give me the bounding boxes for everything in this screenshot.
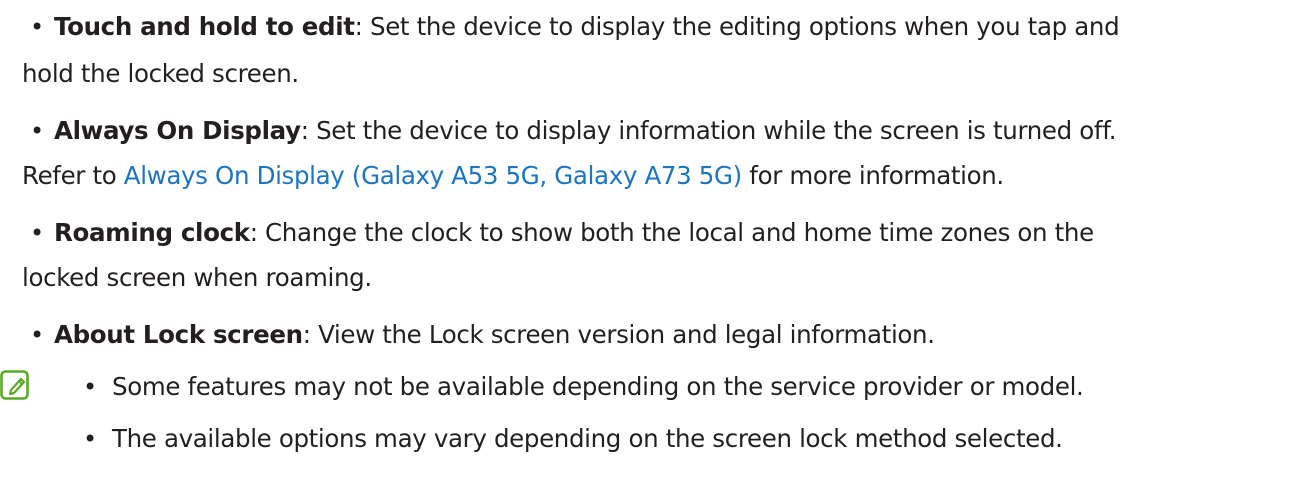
note-bullet: • bbox=[83, 373, 98, 401]
item-text-line1: Set the device to display information wh… bbox=[308, 116, 1117, 145]
item-separator: : bbox=[249, 218, 258, 247]
list-item-touch-and-hold: Touch and hold to edit: Set the device t… bbox=[54, 6, 1304, 48]
item-term: Roaming clock bbox=[54, 218, 250, 247]
item-text-line2: locked screen when roaming. bbox=[22, 263, 372, 292]
bullet: • bbox=[30, 321, 45, 349]
item-text-line2: Refer to Always On Display (Galaxy A53 5… bbox=[22, 155, 1272, 197]
list-item-about-lock-screen: About Lock screen: View the Lock screen … bbox=[54, 314, 1304, 356]
note-bullet: • bbox=[83, 425, 98, 453]
item-text-suffix: for more information. bbox=[741, 161, 1004, 190]
note-item: Some features may not be available depen… bbox=[112, 372, 1084, 401]
list-item-roaming-clock: Roaming clock: Change the clock to show … bbox=[54, 212, 1304, 254]
bullet: • bbox=[30, 13, 45, 41]
item-text-line1: Set the device to display the editing op… bbox=[362, 12, 1120, 41]
bullet: • bbox=[30, 219, 45, 247]
item-separator: : bbox=[302, 320, 311, 349]
bullet: • bbox=[30, 117, 45, 145]
item-text-line1: Change the clock to show both the local … bbox=[257, 218, 1094, 247]
note-pencil-icon bbox=[0, 370, 29, 400]
item-term: Always On Display bbox=[54, 116, 301, 145]
item-term: Touch and hold to edit bbox=[54, 12, 355, 41]
item-text-prefix: Refer to bbox=[22, 161, 124, 190]
item-separator: : bbox=[300, 116, 309, 145]
item-text-line2: hold the locked screen. bbox=[22, 59, 299, 88]
note-item: The available options may vary depending… bbox=[112, 424, 1063, 453]
list-item-always-on-display: Always On Display: Set the device to dis… bbox=[54, 110, 1304, 152]
document-page: • Touch and hold to edit: Set the device… bbox=[0, 0, 1314, 479]
item-text-line1: View the Lock screen version and legal i… bbox=[310, 320, 935, 349]
always-on-display-link[interactable]: Always On Display (Galaxy A53 5G, Galaxy… bbox=[124, 161, 742, 190]
item-term: About Lock screen bbox=[54, 320, 303, 349]
item-separator: : bbox=[354, 12, 363, 41]
